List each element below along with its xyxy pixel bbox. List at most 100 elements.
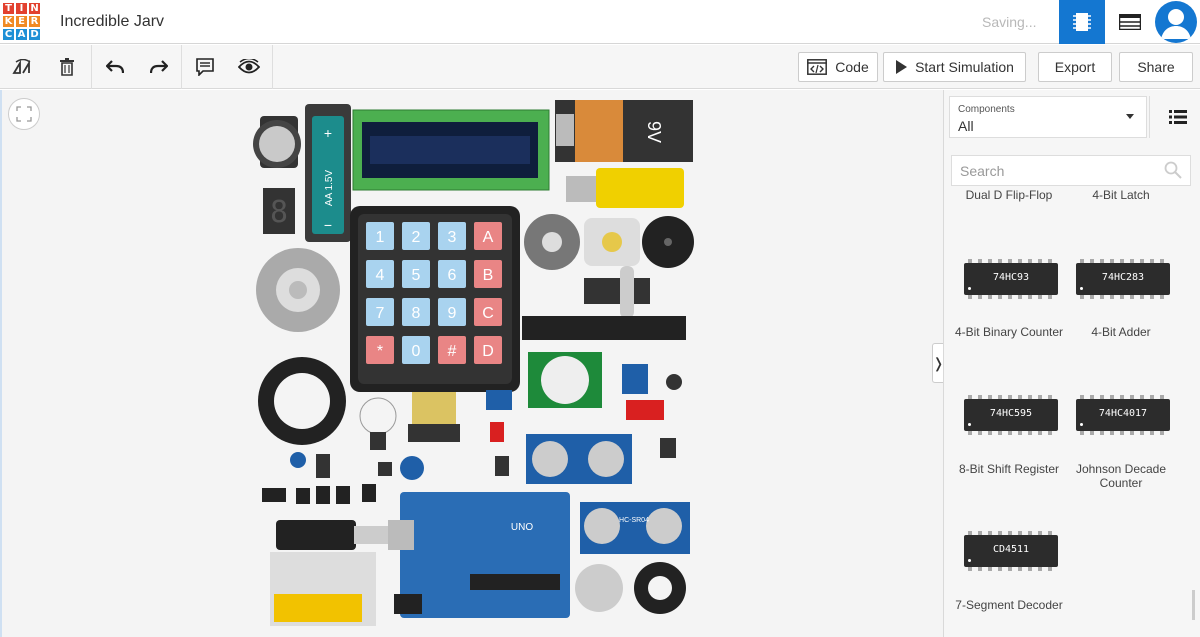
components-list: Dual D Flip-Flop 4-Bit Latch 74HC93 4-Bi… <box>944 190 1190 637</box>
search-icon[interactable] <box>1164 161 1182 184</box>
pin-header[interactable] <box>408 392 460 442</box>
table-icon <box>1119 14 1141 30</box>
pin1-dot <box>968 559 971 562</box>
schematic-view-button[interactable] <box>1107 0 1153 44</box>
keypad-key-label: 9 <box>448 305 457 322</box>
ultrasonic-sensor-hcsr04[interactable]: HC-SR04 <box>580 502 690 554</box>
start-simulation-button[interactable]: Start Simulation <box>883 52 1026 82</box>
rotate-icon <box>12 59 31 74</box>
search-input[interactable] <box>951 155 1191 186</box>
logo-letter: N <box>28 2 41 15</box>
aa-battery[interactable]: + − AA 1.5V <box>305 104 351 242</box>
neopixel-strip[interactable] <box>522 316 686 340</box>
export-label: Export <box>1054 59 1096 75</box>
components-value: All <box>958 118 974 134</box>
lcd-display[interactable] <box>352 109 550 191</box>
keypad-key-label: 7 <box>376 305 385 322</box>
list-view-button[interactable] <box>1156 96 1200 138</box>
chip-icon <box>1073 13 1091 31</box>
coin-cell-battery[interactable] <box>253 116 301 168</box>
component-name[interactable]: 4-Bit Latch <box>1066 190 1176 202</box>
keypad-key-label: B <box>483 267 494 284</box>
gear-motor[interactable] <box>566 168 684 208</box>
zoom-to-fit-button[interactable] <box>8 98 40 130</box>
notes-button[interactable] <box>182 45 228 89</box>
buzzer[interactable] <box>642 216 694 268</box>
keypad-key-label: 3 <box>448 229 457 246</box>
aa-battery-label: AA 1.5V <box>324 170 335 206</box>
component-name[interactable]: 4-Bit Adder <box>1066 325 1176 339</box>
undo-icon <box>106 60 124 74</box>
share-button[interactable]: Share <box>1119 52 1193 82</box>
arduino-uno[interactable]: UNO <box>388 492 570 618</box>
component-name[interactable]: 7-Segment Decoder <box>954 598 1064 612</box>
component-name[interactable]: 8-Bit Shift Register <box>954 462 1064 476</box>
component-chip-74hc283[interactable]: 74HC283 <box>1076 259 1170 299</box>
component-name[interactable]: Dual D Flip-Flop <box>954 190 1064 202</box>
keypad-key-label: # <box>448 343 457 360</box>
logo-letter: A <box>15 28 28 41</box>
delete-button[interactable] <box>44 45 90 89</box>
neopixel-ring[interactable] <box>258 357 346 445</box>
usb-cable[interactable] <box>276 520 388 550</box>
panel-scrollbar[interactable] <box>1192 590 1195 620</box>
export-button[interactable]: Export <box>1038 52 1112 82</box>
undo-button[interactable] <box>92 45 138 89</box>
keypad-key-label: C <box>482 305 494 322</box>
pin1-dot <box>1080 423 1083 426</box>
project-title[interactable]: Incredible Jarv <box>60 13 164 31</box>
ultrasonic-sensor[interactable] <box>526 434 632 484</box>
notes-icon <box>196 58 214 76</box>
tinkercad-logo[interactable]: T I N K E R C A D <box>2 2 42 42</box>
hcsr04-label: HC-SR04 <box>619 517 649 524</box>
component-name[interactable]: Johnson Decade Counter <box>1066 462 1176 490</box>
code-button[interactable]: Code <box>798 52 878 82</box>
redo-icon <box>150 60 168 74</box>
keypad-key-label: * <box>377 343 383 360</box>
keypad-key-label: 1 <box>376 229 385 246</box>
component-name[interactable]: 4-Bit Binary Counter <box>954 325 1064 339</box>
pin1-dot <box>1080 287 1083 290</box>
servo-motor[interactable] <box>584 266 650 318</box>
circuit-view-button[interactable] <box>1059 0 1105 44</box>
light-bulb[interactable] <box>359 397 397 450</box>
keypad-key-label: D <box>482 343 494 360</box>
dc-motor[interactable] <box>524 214 640 270</box>
keypad-key-label: 8 <box>412 305 421 322</box>
visibility-icon <box>238 59 260 74</box>
user-avatar[interactable] <box>1155 1 1197 43</box>
logo-letter: C <box>2 28 15 41</box>
nine-volt-battery[interactable]: 9V <box>555 100 693 162</box>
components-dropdown[interactable]: Components All <box>949 96 1147 138</box>
component-chip-74hc4017[interactable]: 74HC4017 <box>1076 395 1170 435</box>
nine-volt-label: 9V <box>644 121 664 143</box>
panel-divider <box>1149 96 1150 138</box>
toolbar-divider <box>272 45 273 89</box>
gas-sensor[interactable] <box>575 564 623 612</box>
trash-icon <box>60 58 74 76</box>
redo-button[interactable] <box>136 45 182 89</box>
component-chip-cd4511[interactable]: CD4511 <box>964 531 1058 571</box>
components-collage[interactable]: + − AA 1.5V 8 9V 1 2 3 A4 5 6 B7 8 9 C* … <box>250 96 700 626</box>
tinkercad-app: T I N K E R C A D Incredible Jarv Saving… <box>0 0 1200 637</box>
power-supply[interactable] <box>270 552 376 626</box>
component-chip-74hc595[interactable]: 74HC595 <box>964 395 1058 435</box>
list-icon <box>1169 110 1187 124</box>
logo-letter: D <box>28 28 41 41</box>
keypad-key-label: A <box>483 229 494 246</box>
pir-sensor[interactable] <box>528 352 602 408</box>
visibility-button[interactable] <box>226 45 272 89</box>
user-icon <box>1161 9 1191 39</box>
stepper-motor[interactable] <box>256 248 340 332</box>
small-neopixel-ring[interactable] <box>634 562 686 614</box>
save-status: Saving... <box>982 14 1037 30</box>
start-simulation-label: Start Simulation <box>915 59 1014 75</box>
component-chip-74hc93[interactable]: 74HC93 <box>964 259 1058 299</box>
logo-letter: R <box>28 15 41 28</box>
logo-letter: T <box>2 2 15 15</box>
code-label: Code <box>835 59 869 75</box>
rotate-button[interactable] <box>0 45 46 89</box>
pin1-dot <box>968 287 971 290</box>
keypad-key-label: 4 <box>376 267 385 284</box>
seven-segment-display[interactable]: 8 <box>263 188 295 234</box>
